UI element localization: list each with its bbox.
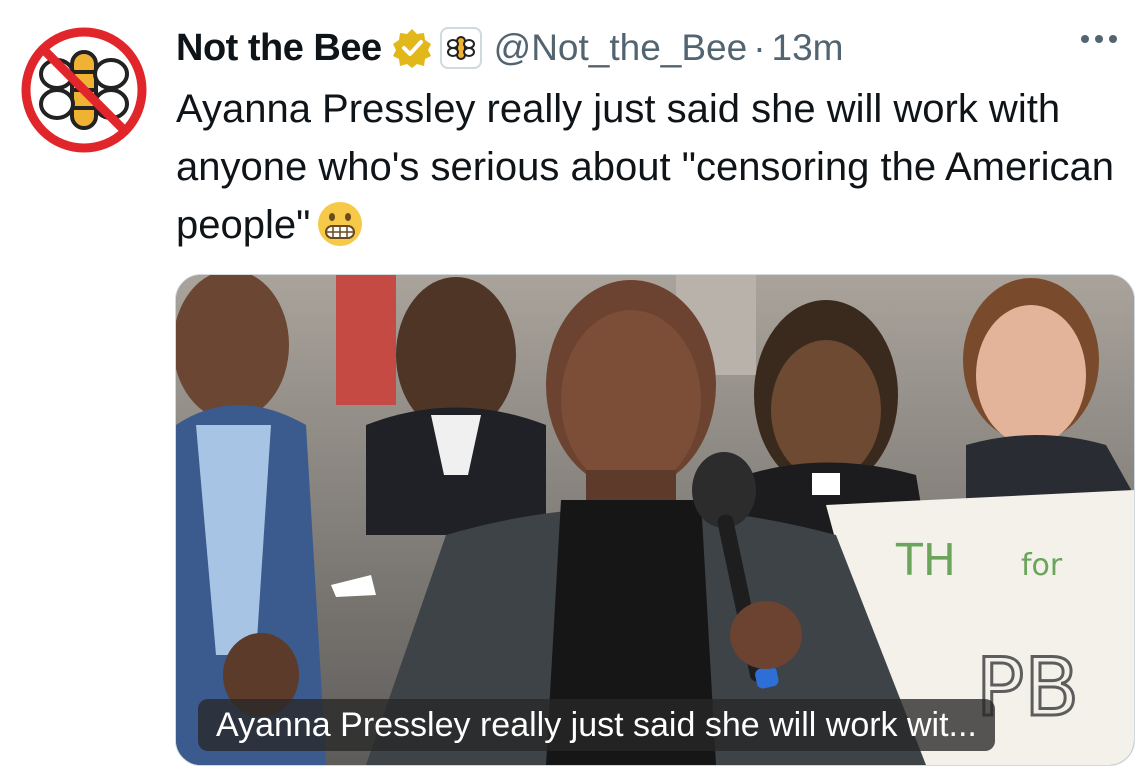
tweet-header: Not the Bee @Not_the_Bee · 13m <box>176 18 1123 78</box>
separator-dot: · <box>753 27 766 68</box>
handle[interactable]: @Not_the_Bee <box>494 27 748 69</box>
media-caption: Ayanna Pressley really just said she wil… <box>198 699 995 751</box>
avatar[interactable] <box>20 26 148 154</box>
gold-verified-badge-icon[interactable] <box>390 26 434 70</box>
grimacing-face-emoji <box>316 200 364 248</box>
sign-text-2: for <box>1021 548 1063 583</box>
press-conference-photo: TH for PB <box>176 275 1134 765</box>
timestamp[interactable]: 13m <box>772 27 844 69</box>
tweet-media[interactable]: TH for PB Ayanna Pressley really just sa… <box>175 274 1135 766</box>
sign-text-1: TH <box>895 535 956 586</box>
tweet-text: Ayanna Pressley really just said she wil… <box>176 80 1136 254</box>
display-name[interactable]: Not the Bee <box>176 27 382 70</box>
bee-logo-icon[interactable] <box>439 27 482 69</box>
more-options-icon[interactable] <box>1075 24 1123 54</box>
no-bee-logo-icon <box>21 27 147 153</box>
